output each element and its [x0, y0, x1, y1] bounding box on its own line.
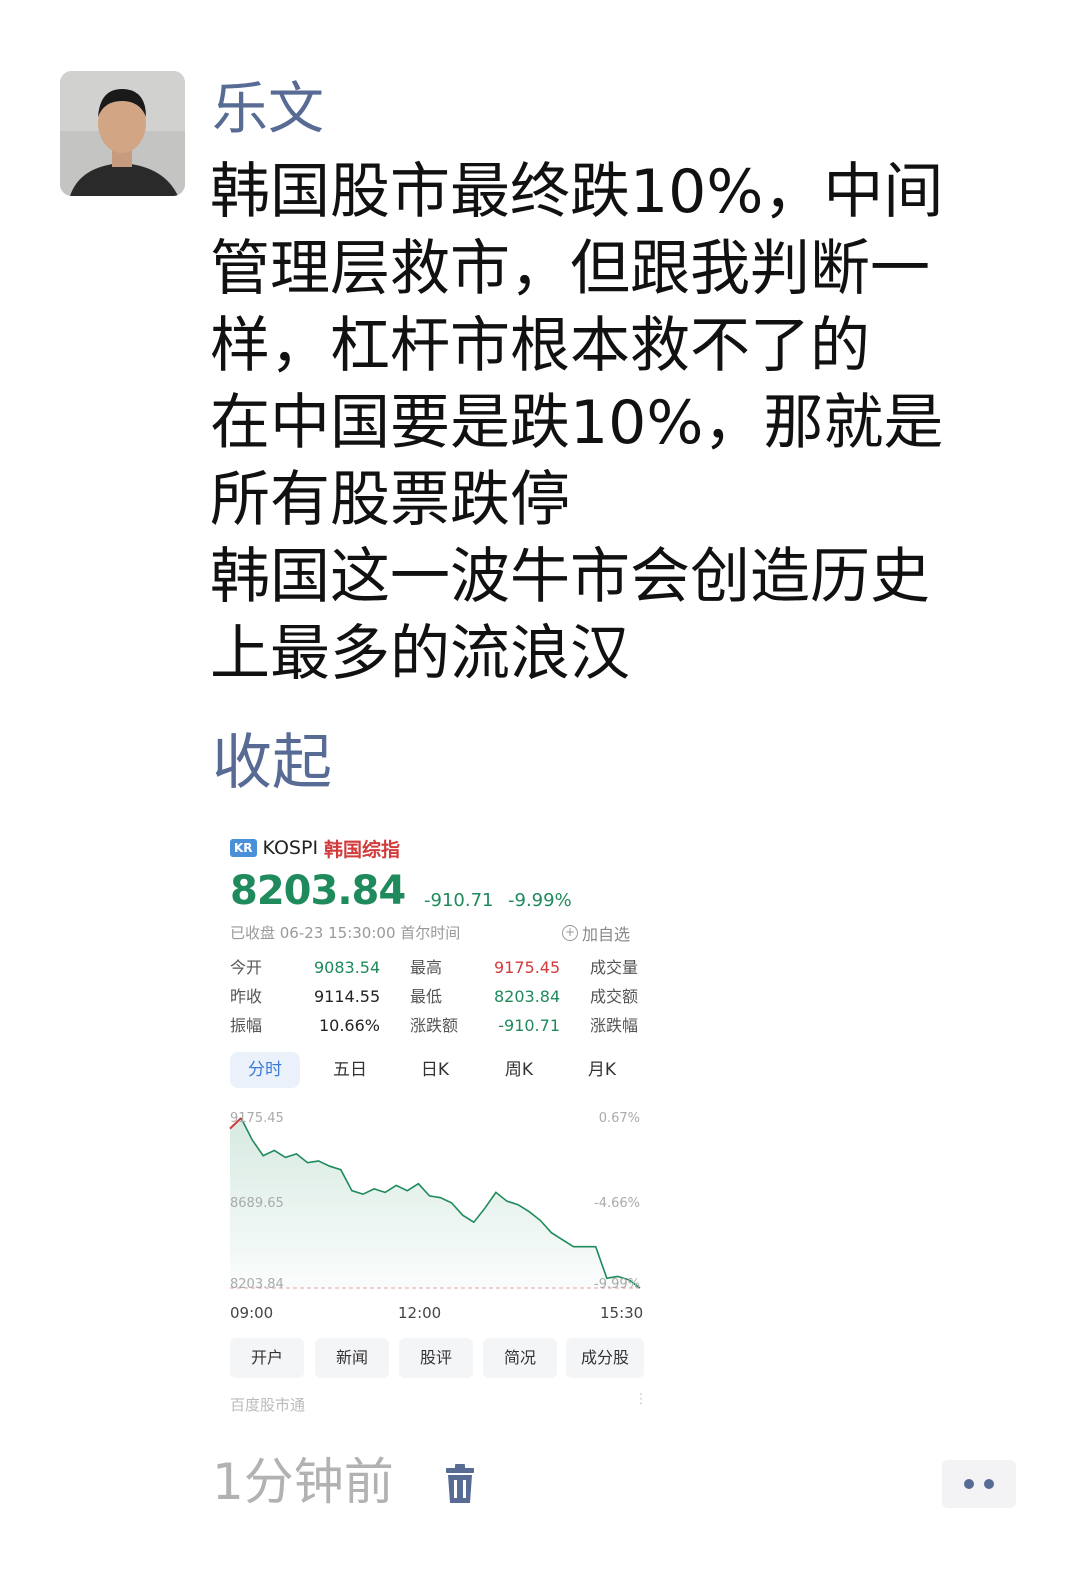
dot-icon: [964, 1479, 974, 1489]
x-tick-label: 15:30: [600, 1304, 644, 1322]
source-label: 百度股市通: [230, 1396, 306, 1414]
stat-label: 成交额: [590, 987, 639, 1006]
chart-area: [230, 1118, 640, 1288]
comments-button[interactable]: 股评: [399, 1338, 473, 1378]
post-text: 韩国股市最终跌10%，中间 管理层救市，但跟我判断一 样，杠杆市根本救不了的 在…: [210, 154, 1050, 693]
price-change: -910.71: [424, 890, 494, 911]
stock-card[interactable]: KR KOSPI 韩国综指 8203.84 -910.71 -9.99% 已收盘…: [214, 820, 650, 1430]
news-button[interactable]: 新闻: [315, 1338, 389, 1378]
card-actions: 开户 新闻 股评 简况 成分股: [230, 1338, 644, 1378]
stat-label: 最低: [410, 987, 443, 1006]
chart-tabs: 分时 五日 日K 周K 月K: [230, 1052, 642, 1088]
stat-label: 今开: [230, 958, 263, 977]
dot-icon: [984, 1479, 994, 1489]
stock-symbol: KOSPI: [262, 837, 319, 859]
y-left-tick: 8689.65: [230, 1196, 284, 1211]
add-watchlist-label: 加自选: [582, 925, 631, 944]
collapse-link[interactable]: 收起: [212, 724, 332, 802]
post-line: 在中国要是跌10%，那就是: [210, 388, 944, 458]
trash-icon[interactable]: [442, 1463, 478, 1509]
stat-value: 9114.55: [314, 987, 381, 1006]
y-right-tick: 0.67%: [599, 1111, 640, 1126]
overview-button[interactable]: 简况: [483, 1338, 557, 1378]
stat-label: 昨收: [230, 987, 263, 1006]
y-right-tick: -4.66%: [594, 1196, 640, 1211]
tab-five-day[interactable]: 五日: [315, 1052, 385, 1088]
post-line: 上最多的流浪汉: [210, 619, 630, 689]
tab-intraday[interactable]: 分时: [230, 1052, 300, 1088]
post-time: 1分钟前: [212, 1453, 394, 1511]
stat-value: 10.66%: [318, 1016, 380, 1035]
stat-label: 最高: [410, 958, 443, 977]
market-status: 已收盘 06-23 15:30:00 首尔时间: [230, 924, 461, 942]
tab-monthly-k[interactable]: 月K: [567, 1052, 637, 1088]
more-options-button[interactable]: [942, 1460, 1016, 1508]
stock-price: 8203.84: [230, 868, 406, 914]
intraday-chart: 9175.45 8689.65 8203.84 0.67% -4.66% -9.99%: [229, 1111, 641, 1292]
plus-circle-icon: +: [562, 925, 578, 941]
vertical-dots-icon[interactable]: ⋮: [634, 1392, 648, 1406]
country-badge: KR: [230, 839, 257, 857]
y-right-tick: -9.99%: [594, 1277, 640, 1292]
stat-value: 8203.84: [494, 987, 561, 1006]
y-left-tick: 8203.84: [230, 1277, 284, 1292]
open-account-button[interactable]: 开户: [230, 1338, 304, 1378]
post-line: 样，杠杆市根本救不了的: [210, 311, 870, 381]
constituents-button[interactable]: 成分股: [566, 1338, 644, 1378]
post-line: 管理层救市，但跟我判断一: [210, 234, 930, 304]
stock-header: KR KOSPI 韩国综指: [230, 836, 401, 861]
post-line: 韩国这一波牛市会创造历史: [210, 542, 930, 612]
stat-value: 9175.45: [494, 958, 561, 977]
y-left-tick: 9175.45: [230, 1111, 284, 1126]
stat-label: 成交量: [590, 958, 639, 977]
tab-weekly-k[interactable]: 周K: [484, 1052, 554, 1088]
post-line: 所有股票跌停: [210, 465, 570, 535]
add-watchlist-button[interactable]: + 加自选: [562, 921, 630, 945]
stat-value: 9083.54: [314, 958, 381, 977]
price-change-percent: -9.99%: [508, 890, 572, 911]
stat-value: -910.71: [498, 1016, 560, 1035]
x-tick-label: 09:00: [230, 1304, 274, 1322]
author-name[interactable]: 乐文: [212, 74, 324, 146]
post-line: 韩国股市最终跌10%，中间: [210, 157, 944, 227]
stock-name: 韩国综指: [324, 838, 401, 861]
x-tick-label: 12:00: [398, 1304, 442, 1322]
stat-label: 涨跌幅: [590, 1016, 639, 1035]
stat-label: 振幅: [230, 1016, 263, 1035]
stat-label: 涨跌额: [410, 1016, 459, 1035]
avatar[interactable]: [60, 71, 185, 196]
tab-daily-k[interactable]: 日K: [400, 1052, 470, 1088]
